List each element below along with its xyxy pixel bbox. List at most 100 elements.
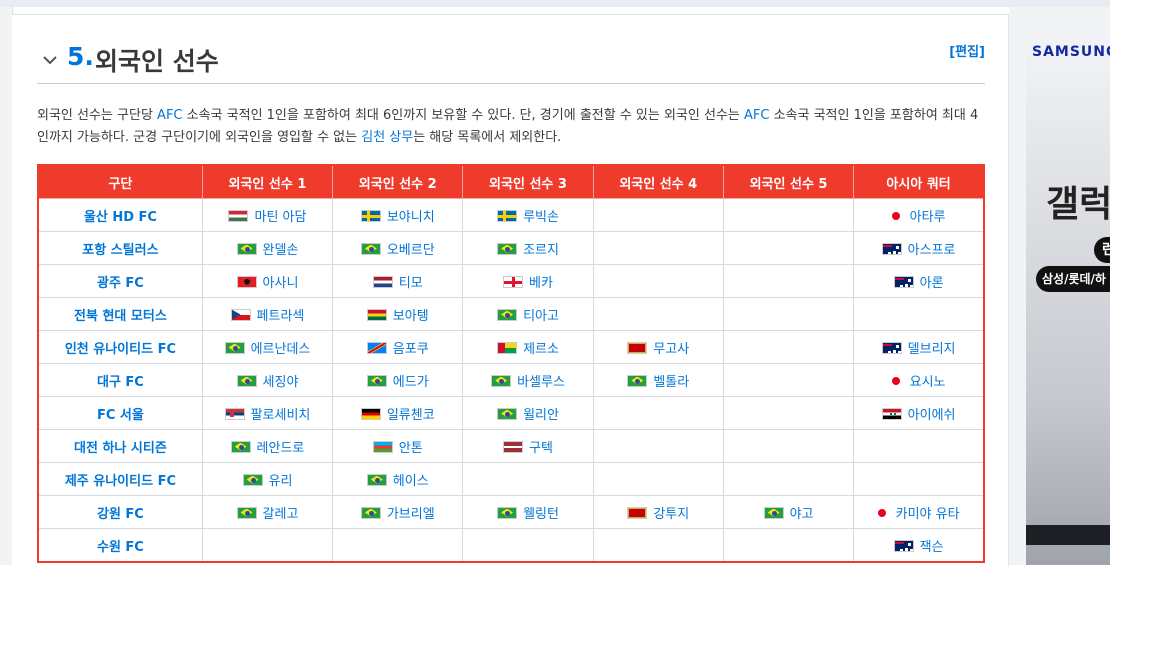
player-cell[interactable]: 제르소 — [462, 330, 594, 364]
player-cell[interactable]: 갈레고 — [201, 495, 334, 529]
player-cell[interactable]: 세징야 — [201, 363, 334, 397]
player-cell[interactable]: 아타루 — [853, 198, 985, 232]
player-cell[interactable]: 아스프로 — [853, 231, 985, 265]
player-cell[interactable]: 에르난데스 — [201, 330, 334, 364]
player-cell[interactable]: 티모 — [332, 264, 464, 298]
player-name[interactable]: 에르난데스 — [251, 342, 311, 357]
club-link[interactable]: FC 서울 — [37, 396, 203, 430]
player-name[interactable]: 가브리엘 — [387, 507, 435, 522]
player-name[interactable]: 페트라섹 — [257, 309, 305, 324]
player-name[interactable]: 조르지 — [523, 243, 559, 258]
player-name[interactable]: 카미야 유타 — [896, 507, 960, 522]
player-name[interactable]: 유리 — [269, 474, 293, 489]
club-link[interactable]: 포항 스틸러스 — [37, 231, 203, 265]
club-link[interactable]: 울산 HD FC — [37, 198, 203, 232]
player-name[interactable]: 안톤 — [399, 441, 423, 456]
player-cell[interactable]: 보아텡 — [332, 297, 464, 331]
player-cell[interactable]: 팔로세비치 — [201, 396, 334, 430]
player-name[interactable]: 아스프로 — [908, 243, 956, 258]
player-name[interactable]: 요시노 — [910, 375, 946, 390]
player-name[interactable]: 강투지 — [653, 507, 689, 522]
player-name[interactable]: 보아텡 — [393, 309, 429, 324]
player-cell[interactable]: 아사니 — [201, 264, 334, 298]
player-cell[interactable]: 야고 — [722, 495, 855, 529]
player-name[interactable]: 윌리안 — [523, 408, 559, 423]
player-cell[interactable]: 아이에쉬 — [853, 396, 985, 430]
player-cell[interactable]: 보야니치 — [332, 198, 464, 232]
section-heading[interactable]: 5. 외국인 선수 [편집] — [37, 41, 985, 84]
player-cell[interactable]: 베카 — [462, 264, 594, 298]
chevron-down-icon[interactable] — [41, 51, 59, 69]
player-name[interactable]: 에드가 — [393, 375, 429, 390]
club-link[interactable]: 광주 FC — [37, 264, 203, 298]
afc-link[interactable]: AFC — [744, 108, 769, 123]
player-cell[interactable]: 아론 — [853, 264, 985, 298]
player-name[interactable]: 무고사 — [653, 342, 689, 357]
club-link[interactable]: 제주 유나이티드 FC — [37, 462, 203, 496]
player-name[interactable]: 제르소 — [523, 342, 559, 357]
player-name[interactable]: 아사니 — [263, 276, 299, 291]
player-name[interactable]: 티모 — [399, 276, 423, 291]
player-cell[interactable]: 구텍 — [462, 429, 594, 463]
player-cell[interactable]: 티아고 — [462, 297, 594, 331]
club-link[interactable]: 대전 하나 시티즌 — [37, 429, 203, 463]
player-cell[interactable]: 윌리안 — [462, 396, 594, 430]
player-cell[interactable]: 헤이스 — [332, 462, 464, 496]
player-cell[interactable]: 일류첸코 — [332, 396, 464, 430]
player-name[interactable]: 아타루 — [910, 210, 946, 225]
player-name[interactable]: 오베르단 — [387, 243, 435, 258]
player-cell[interactable]: 완델손 — [201, 231, 334, 265]
edit-link[interactable]: [편집] — [949, 41, 985, 60]
club-link[interactable]: 수원 FC — [37, 528, 203, 563]
club-link[interactable]: 대구 FC — [37, 363, 203, 397]
player-cell[interactable]: 잭슨 — [853, 528, 985, 563]
player-name[interactable]: 레안드로 — [257, 441, 305, 456]
player-name[interactable]: 아이에쉬 — [908, 408, 956, 423]
player-name[interactable]: 팔로세비치 — [251, 408, 311, 423]
player-name[interactable]: 야고 — [790, 507, 814, 522]
player-cell[interactable]: 요시노 — [853, 363, 985, 397]
player-cell[interactable]: 가브리엘 — [332, 495, 464, 529]
player-cell[interactable]: 조르지 — [462, 231, 594, 265]
player-name[interactable]: 델브리지 — [908, 342, 956, 357]
player-name[interactable]: 보야니치 — [387, 210, 435, 225]
player-cell[interactable]: 오베르단 — [332, 231, 464, 265]
player-name[interactable]: 티아고 — [523, 309, 559, 324]
player-cell[interactable]: 페트라섹 — [201, 297, 334, 331]
player-cell[interactable]: 유리 — [201, 462, 334, 496]
player-cell[interactable]: 웰링턴 — [462, 495, 594, 529]
club-link[interactable]: 전북 현대 모터스 — [37, 297, 203, 331]
player-cell[interactable]: 카미야 유타 — [853, 495, 985, 529]
player-name[interactable]: 잭슨 — [920, 540, 944, 555]
player-cell[interactable]: 에드가 — [332, 363, 464, 397]
player-name[interactable]: 마틴 아담 — [254, 210, 306, 225]
player-name[interactable]: 일류첸코 — [387, 408, 435, 423]
player-cell[interactable]: 안톤 — [332, 429, 464, 463]
player-name[interactable]: 헤이스 — [393, 474, 429, 489]
player-cell[interactable]: 마틴 아담 — [201, 198, 334, 232]
player-name[interactable]: 루빅손 — [523, 210, 559, 225]
player-cell[interactable]: 바셀루스 — [462, 363, 594, 397]
player-name[interactable]: 벨톨라 — [653, 375, 689, 390]
advertisement-banner[interactable]: SAMSUNG 갤럭 런 삼성/롯데/하 — [1026, 30, 1110, 565]
player-cell[interactable]: 델브리지 — [853, 330, 985, 364]
player-name[interactable]: 갈레고 — [263, 507, 299, 522]
player-name[interactable]: 아론 — [920, 276, 944, 291]
player-name[interactable]: 세징야 — [263, 375, 299, 390]
player-cell[interactable]: 음포쿠 — [332, 330, 464, 364]
player-name[interactable]: 바셀루스 — [517, 375, 565, 390]
player-name[interactable]: 완델손 — [263, 243, 299, 258]
player-name[interactable]: 구텍 — [529, 441, 553, 456]
player-name[interactable]: 웰링턴 — [523, 507, 559, 522]
club-link[interactable]: 강원 FC — [37, 495, 203, 529]
player-cell[interactable]: 루빅손 — [462, 198, 594, 232]
player-name[interactable]: 음포쿠 — [393, 342, 429, 357]
gimcheon-link[interactable]: 김천 상무 — [361, 130, 413, 145]
player-name[interactable]: 베카 — [529, 276, 553, 291]
afc-link[interactable]: AFC — [157, 108, 182, 123]
player-cell[interactable]: 무고사 — [592, 330, 724, 364]
player-cell[interactable]: 강투지 — [592, 495, 724, 529]
club-link[interactable]: 인천 유나이티드 FC — [37, 330, 203, 364]
player-cell[interactable]: 벨톨라 — [592, 363, 724, 397]
player-cell[interactable]: 레안드로 — [201, 429, 334, 463]
